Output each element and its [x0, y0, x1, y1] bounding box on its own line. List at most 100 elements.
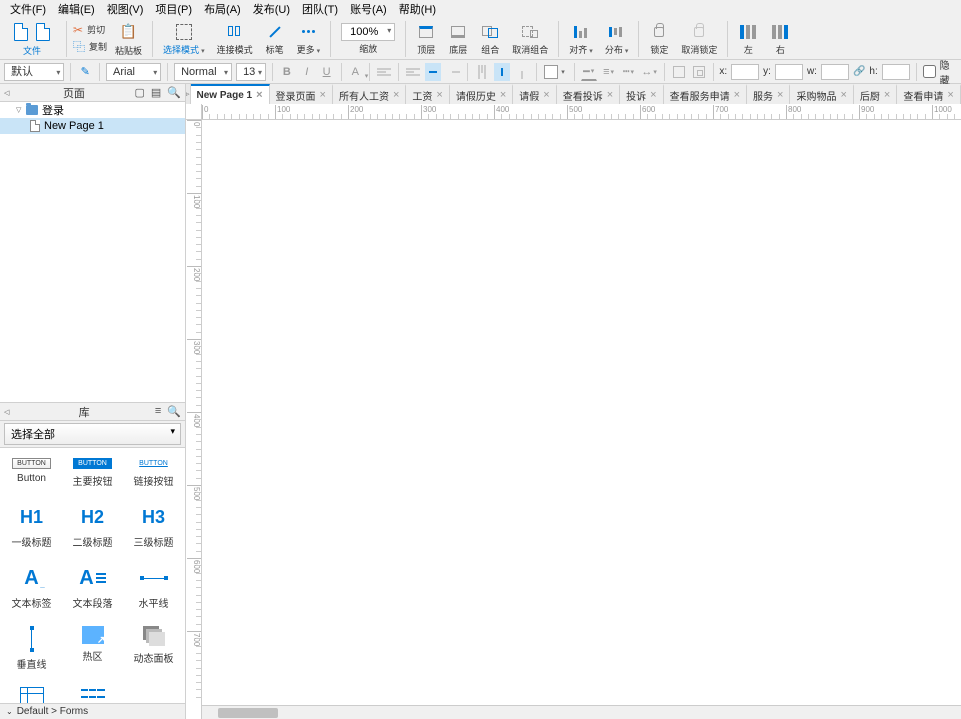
menu-item[interactable]: 视图(V)	[101, 0, 150, 19]
file-tool[interactable]: 文件	[4, 21, 60, 57]
align-left-button[interactable]	[405, 63, 421, 81]
page-tab[interactable]: 投诉×	[620, 84, 663, 104]
paste-tool[interactable]: 📋 粘贴板	[111, 21, 146, 57]
lib-item[interactable]: 热区	[63, 622, 122, 675]
underline-button[interactable]: U	[319, 63, 335, 81]
select-mode-tool[interactable]: 选择模式	[159, 22, 209, 56]
page-tab[interactable]: New Page 1×	[191, 84, 270, 104]
line-style-button[interactable]: ┅▾	[621, 63, 637, 81]
align-right-button[interactable]	[445, 63, 461, 81]
page-tab[interactable]: 请假历史×	[450, 84, 513, 104]
paragraph-dropdown[interactable]: Normal	[174, 63, 232, 81]
close-icon[interactable]: ×	[884, 89, 890, 101]
zoom-value[interactable]: 100%	[341, 23, 395, 41]
lib-item[interactable]: 内联框架	[2, 683, 61, 703]
lib-item[interactable]: BUTTONButton	[2, 454, 61, 492]
scrollbar-horizontal[interactable]	[202, 705, 961, 719]
font-dropdown[interactable]: Arial	[106, 63, 161, 81]
menu-item[interactable]: 布局(A)	[198, 0, 247, 19]
canvas[interactable]	[202, 120, 961, 719]
close-icon[interactable]: ×	[436, 89, 442, 101]
arrow-button[interactable]: ↔▾	[640, 63, 658, 81]
lib-item[interactable]: 中继器	[63, 683, 122, 703]
copy-tool[interactable]: ⿻复制	[73, 38, 107, 55]
close-icon[interactable]: ×	[734, 89, 740, 101]
italic-button[interactable]: I	[299, 63, 315, 81]
h-input[interactable]	[882, 64, 910, 80]
collapse-icon[interactable]: ◁	[4, 408, 9, 416]
lib-item[interactable]: BUTTON主要按钮	[63, 454, 122, 492]
close-icon[interactable]: ×	[393, 89, 399, 101]
y-input[interactable]	[775, 64, 803, 80]
tree-page[interactable]: New Page 1	[0, 118, 185, 134]
border-outer-button[interactable]	[671, 63, 687, 81]
tree-folder[interactable]: ▽登录	[0, 102, 185, 118]
close-icon[interactable]: ×	[947, 89, 953, 101]
eyedropper-icon[interactable]: ✎	[77, 63, 93, 81]
zoom-tool[interactable]: 100% 缩放	[337, 23, 399, 55]
connect-mode-tool[interactable]: 连接模式	[213, 22, 257, 56]
lib-item[interactable]: BUTTON链接按钮	[124, 454, 183, 492]
lib-item[interactable]: H1一级标题	[2, 500, 61, 553]
w-input[interactable]	[821, 64, 849, 80]
line-width-button[interactable]: ≡▾	[601, 63, 617, 81]
bullets-button[interactable]	[376, 63, 392, 81]
close-icon[interactable]: ×	[777, 89, 783, 101]
line-color-button[interactable]: ━▾	[581, 63, 597, 81]
valign-middle-button[interactable]	[494, 63, 510, 81]
page-tab[interactable]: 查看申请×	[897, 84, 960, 104]
close-icon[interactable]: ×	[320, 89, 326, 101]
style-bar[interactable]: ⌄ Default > Forms	[0, 703, 185, 719]
unlock-tool[interactable]: 取消锁定	[677, 22, 721, 56]
style-dropdown[interactable]: 默认	[4, 63, 64, 81]
x-input[interactable]	[731, 64, 759, 80]
cut-tool[interactable]: ✂剪切	[73, 23, 107, 37]
fill-color-button[interactable]: ▾	[543, 63, 559, 81]
more-tool[interactable]: 更多	[293, 22, 325, 56]
lib-item[interactable]: A文本段落	[63, 561, 122, 614]
hidden-checkbox[interactable]	[923, 65, 936, 78]
right-align-tool[interactable]: 右	[766, 22, 794, 56]
menu-item[interactable]: 帮助(H)	[393, 0, 442, 19]
valign-bottom-button[interactable]	[514, 63, 530, 81]
menu-item[interactable]: 账号(A)	[344, 0, 393, 19]
page-tab[interactable]: 查看服务申请×	[664, 84, 747, 104]
menu-item[interactable]: 文件(F)	[4, 0, 52, 19]
font-color-button[interactable]: A▾	[347, 63, 363, 81]
page-tab[interactable]: 登录页面×	[270, 84, 333, 104]
cancel-combine-tool[interactable]: 取消组合	[508, 22, 552, 56]
page-tab[interactable]: 请假×	[513, 84, 556, 104]
lib-item[interactable]: H3三级标题	[124, 500, 183, 553]
menu-item[interactable]: 发布(U)	[247, 0, 296, 19]
search-icon[interactable]: 🔍	[167, 86, 181, 99]
close-icon[interactable]: ×	[607, 89, 613, 101]
align-center-button[interactable]	[425, 63, 441, 81]
close-icon[interactable]: ×	[840, 89, 846, 101]
lib-item[interactable]: H2二级标题	[63, 500, 122, 553]
close-icon[interactable]: ×	[543, 89, 549, 101]
lib-item[interactable]: 垂直线	[2, 622, 61, 675]
menu-item[interactable]: 编辑(E)	[52, 0, 101, 19]
page-tab[interactable]: 采购物品×	[790, 84, 853, 104]
top-layer-tool[interactable]: 顶层	[412, 22, 440, 56]
close-icon[interactable]: ×	[500, 89, 506, 101]
lib-item[interactable]: 水平线	[124, 561, 183, 614]
page-tab[interactable]: 查看投诉×	[557, 84, 620, 104]
bottom-layer-tool[interactable]: 底层	[444, 22, 472, 56]
search-icon[interactable]: 🔍	[167, 405, 181, 418]
page-tab[interactable]: 所有人工资×	[333, 84, 406, 104]
menu-item[interactable]: 团队(T)	[296, 0, 344, 19]
left-align-tool[interactable]: 左	[734, 22, 762, 56]
combine-tool[interactable]: 组合	[476, 22, 504, 56]
library-selector[interactable]: 选择全部	[0, 421, 185, 447]
distribute-tool[interactable]: 分布	[601, 22, 633, 56]
menu-item[interactable]: 项目(P)	[149, 0, 198, 19]
page-tab[interactable]: 工资×	[406, 84, 449, 104]
font-size-dropdown[interactable]: 13	[236, 63, 266, 81]
lib-item[interactable]: 动态面板	[124, 622, 183, 675]
add-folder-icon[interactable]: ▤	[151, 86, 161, 99]
lib-item[interactable]: A_文本标签	[2, 561, 61, 614]
border-inner-button[interactable]	[691, 63, 707, 81]
lock-ratio-icon[interactable]: 🔗	[853, 66, 865, 77]
valign-top-button[interactable]	[474, 63, 490, 81]
